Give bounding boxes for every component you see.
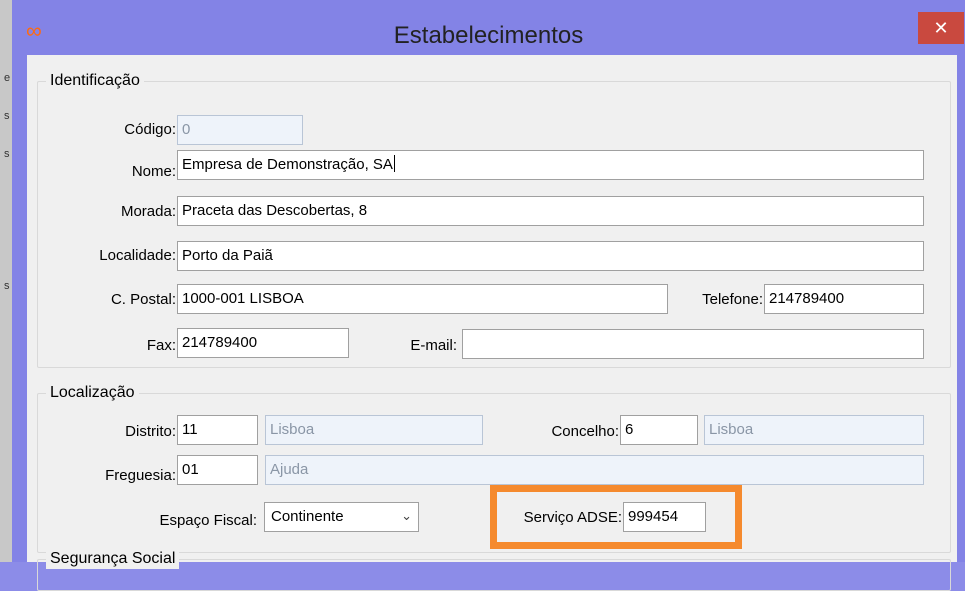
adse-label: Serviço ADSE: <box>523 509 622 526</box>
text-caret <box>393 155 395 172</box>
title-bar[interactable]: ∞ Estabelecimentos ✕ <box>12 0 965 52</box>
distrito-label: Distrito: <box>125 423 176 440</box>
concelho-name-field: Lisboa <box>704 415 924 445</box>
distrito-code-field[interactable]: 11 <box>177 415 258 445</box>
espaco-fiscal-value: Continente <box>271 508 344 525</box>
fax-label: Fax: <box>146 337 176 354</box>
distrito-name-field: Lisboa <box>265 415 483 445</box>
window-title: Estabelecimentos <box>393 22 584 49</box>
close-icon: ✕ <box>933 18 949 38</box>
chevron-down-icon: ⌄ <box>401 508 412 523</box>
nome-label: Nome: <box>131 163 176 180</box>
codigo-field[interactable]: 0 <box>177 115 303 145</box>
seguranca-social-group: Segurança Social <box>37 549 951 591</box>
morada-field[interactable]: Praceta das Descobertas, 8 <box>177 196 924 226</box>
nome-value: Empresa de Demonstração, SA <box>182 156 393 173</box>
email-label: E-mail: <box>410 337 457 354</box>
background-window-strip: e s s s <box>0 0 12 562</box>
localidade-field[interactable]: Porto da Paiã <box>177 241 924 271</box>
cpostal-label: C. Postal: <box>110 291 176 308</box>
dialog-content: Identificação Código: 0 Nome: Empresa de… <box>27 55 957 591</box>
cpostal-field[interactable]: 1000-001 LISBOA <box>177 284 668 314</box>
concelho-label: Concelho: <box>551 423 619 440</box>
fax-field[interactable]: 214789400 <box>177 328 349 358</box>
close-button[interactable]: ✕ <box>918 12 964 44</box>
codigo-label: Código: <box>124 121 176 138</box>
espaco-fiscal-label: Espaço Fiscal: <box>159 512 257 529</box>
localidade-label: Localidade: <box>99 247 176 264</box>
identificacao-group-title: Identificação <box>46 71 144 91</box>
freguesia-label: Freguesia: <box>105 467 176 484</box>
concelho-code-field[interactable]: 6 <box>620 415 698 445</box>
morada-label: Morada: <box>120 203 176 220</box>
espaco-fiscal-select[interactable]: Continente ⌄ <box>264 502 419 532</box>
seguranca-social-group-title: Segurança Social <box>46 549 180 569</box>
freguesia-name-field: Ajuda <box>265 455 924 485</box>
adse-field[interactable]: 999454 <box>623 502 706 532</box>
localizacao-group-title: Localização <box>46 383 139 403</box>
nome-field[interactable]: Empresa de Demonstração, SA <box>177 150 924 180</box>
telefone-field[interactable]: 214789400 <box>764 284 924 314</box>
estabelecimentos-window: ∞ Estabelecimentos ✕ Identificação Códig… <box>12 0 965 591</box>
freguesia-code-field[interactable]: 01 <box>177 455 258 485</box>
telefone-label: Telefone: <box>702 291 763 308</box>
email-field[interactable] <box>462 329 924 359</box>
